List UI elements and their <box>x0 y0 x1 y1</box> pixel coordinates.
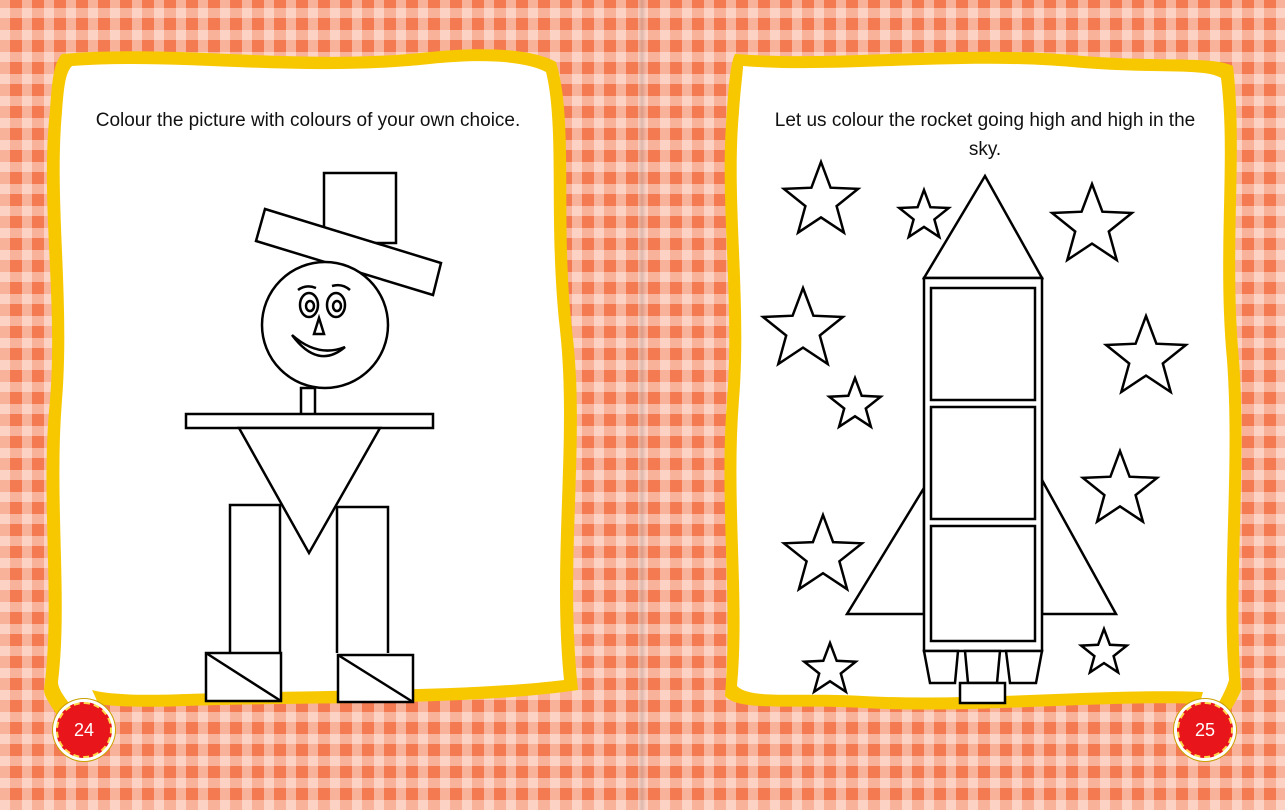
rocket-nozzle-right-icon <box>1004 649 1044 685</box>
rocket-nozzle-middle-icon <box>963 649 1002 685</box>
right-page-number-badge: 25 <box>1177 702 1233 758</box>
rocket-window-1-icon <box>929 286 1037 402</box>
star-icon <box>1077 625 1131 676</box>
star-icon <box>1079 447 1161 525</box>
star-icon <box>1048 180 1136 263</box>
star-icon <box>780 158 862 236</box>
rocket-nozzle-left-icon <box>922 649 960 685</box>
star-icon <box>800 639 860 695</box>
star-icon <box>780 511 866 593</box>
rocket-nose-icon <box>921 173 1045 280</box>
rocket-left-fin-icon <box>844 483 926 616</box>
star-icon <box>759 284 847 367</box>
star-icon <box>1102 312 1190 395</box>
left-page-number-badge: 24 <box>56 702 112 758</box>
star-icon <box>825 374 885 430</box>
left-page-instruction: Colour the picture with colours of your … <box>95 110 521 131</box>
rocket-exhaust-icon <box>958 681 1007 705</box>
rocket-window-2-icon <box>929 405 1037 521</box>
rocket-window-3-icon <box>929 524 1037 643</box>
right-page-instruction: Let us colour the rocket going high and … <box>774 110 1196 160</box>
star-icon <box>895 186 953 240</box>
